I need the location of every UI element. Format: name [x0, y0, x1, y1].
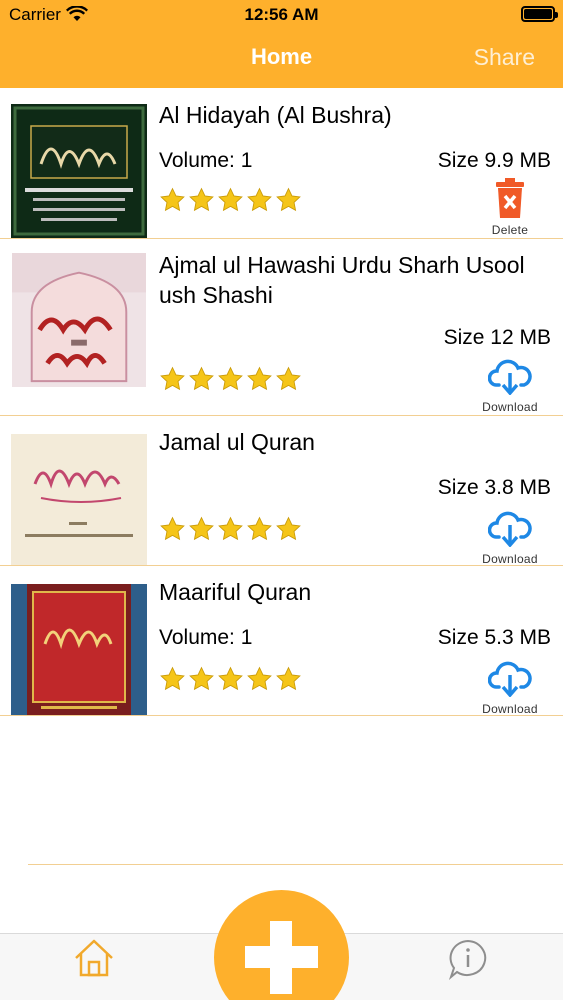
star-rating: [159, 187, 304, 213]
share-button[interactable]: Share: [474, 44, 535, 71]
trash-icon: [496, 178, 524, 218]
star-icon: [160, 666, 185, 691]
star-rating: [159, 666, 304, 692]
book-title: Al Hidayah (Al Bushra): [159, 102, 392, 128]
star-icon: [276, 366, 301, 391]
star-icon: [276, 666, 301, 691]
star-rating: [159, 516, 304, 542]
book-volume: Volume: 1: [159, 149, 253, 172]
app-screen: Carrier 12:56 AM Home Share Al Hidayah (…: [0, 0, 563, 1000]
download-button[interactable]: Download: [473, 511, 547, 566]
star-icon: [247, 187, 272, 212]
action-label: Download: [482, 702, 538, 716]
nav-bar: Carrier 12:56 AM Home Share: [0, 0, 563, 88]
list-item[interactable]: Al Hidayah (Al Bushra) Volume: 1 Size 9.…: [0, 89, 563, 239]
star-icon: [218, 516, 243, 541]
book-title: Ajmal ul Hawashi Urdu Sharh Usool ush Sh…: [159, 252, 525, 308]
book-size: Size 9.9 MB: [437, 149, 551, 172]
star-icon: [218, 366, 243, 391]
action-label: Delete: [491, 223, 529, 237]
star-icon: [189, 516, 214, 541]
star-icon: [276, 187, 301, 212]
delete-button[interactable]: Delete: [473, 178, 547, 237]
book-size: Size 3.8 MB: [437, 476, 551, 499]
star-icon: [160, 366, 185, 391]
action-label: Download: [482, 552, 538, 566]
divider: [28, 864, 563, 865]
tab-home[interactable]: [73, 938, 115, 983]
action-label: Download: [482, 400, 538, 414]
list-item[interactable]: Jamal ul Quran Size 3.8 MB Download: [0, 416, 563, 566]
download-button[interactable]: Download: [473, 661, 547, 716]
book-title: Jamal ul Quran: [159, 429, 315, 455]
download-button[interactable]: Download: [473, 359, 547, 414]
book-cover-image: [11, 253, 147, 389]
status-bar: Carrier 12:56 AM: [0, 0, 563, 30]
clock: 12:56 AM: [244, 5, 319, 24]
book-size: Size 5.3 MB: [437, 626, 551, 649]
list-item[interactable]: Maariful Quran Volume: 1 Size 5.3 MB Dow…: [0, 566, 563, 716]
star-icon: [247, 516, 272, 541]
star-icon: [218, 187, 243, 212]
list-item[interactable]: Ajmal ul Hawashi Urdu Sharh Usool ush Sh…: [0, 239, 563, 416]
cloud-download-icon: [487, 661, 532, 698]
book-cover-image: [11, 583, 147, 715]
star-icon: [218, 666, 243, 691]
cloud-download-icon: [487, 359, 532, 396]
star-icon: [247, 666, 272, 691]
star-icon: [160, 516, 185, 541]
book-cover-image: [11, 433, 147, 565]
star-icon: [160, 187, 185, 212]
book-cover-image: [11, 104, 147, 238]
book-title: Maariful Quran: [159, 579, 312, 605]
star-rating: [159, 366, 304, 392]
star-icon: [276, 516, 301, 541]
cloud-download-icon: [487, 511, 532, 548]
info-icon: [448, 939, 487, 981]
tab-info[interactable]: [446, 938, 490, 985]
star-icon: [189, 666, 214, 691]
add-button[interactable]: [214, 890, 349, 1000]
star-icon: [189, 366, 214, 391]
book-size: Size 12 MB: [443, 326, 551, 349]
star-icon: [247, 366, 272, 391]
home-icon: [75, 939, 113, 977]
book-volume: Volume: 1: [159, 626, 253, 649]
star-icon: [189, 187, 214, 212]
battery-icon: [521, 6, 558, 22]
